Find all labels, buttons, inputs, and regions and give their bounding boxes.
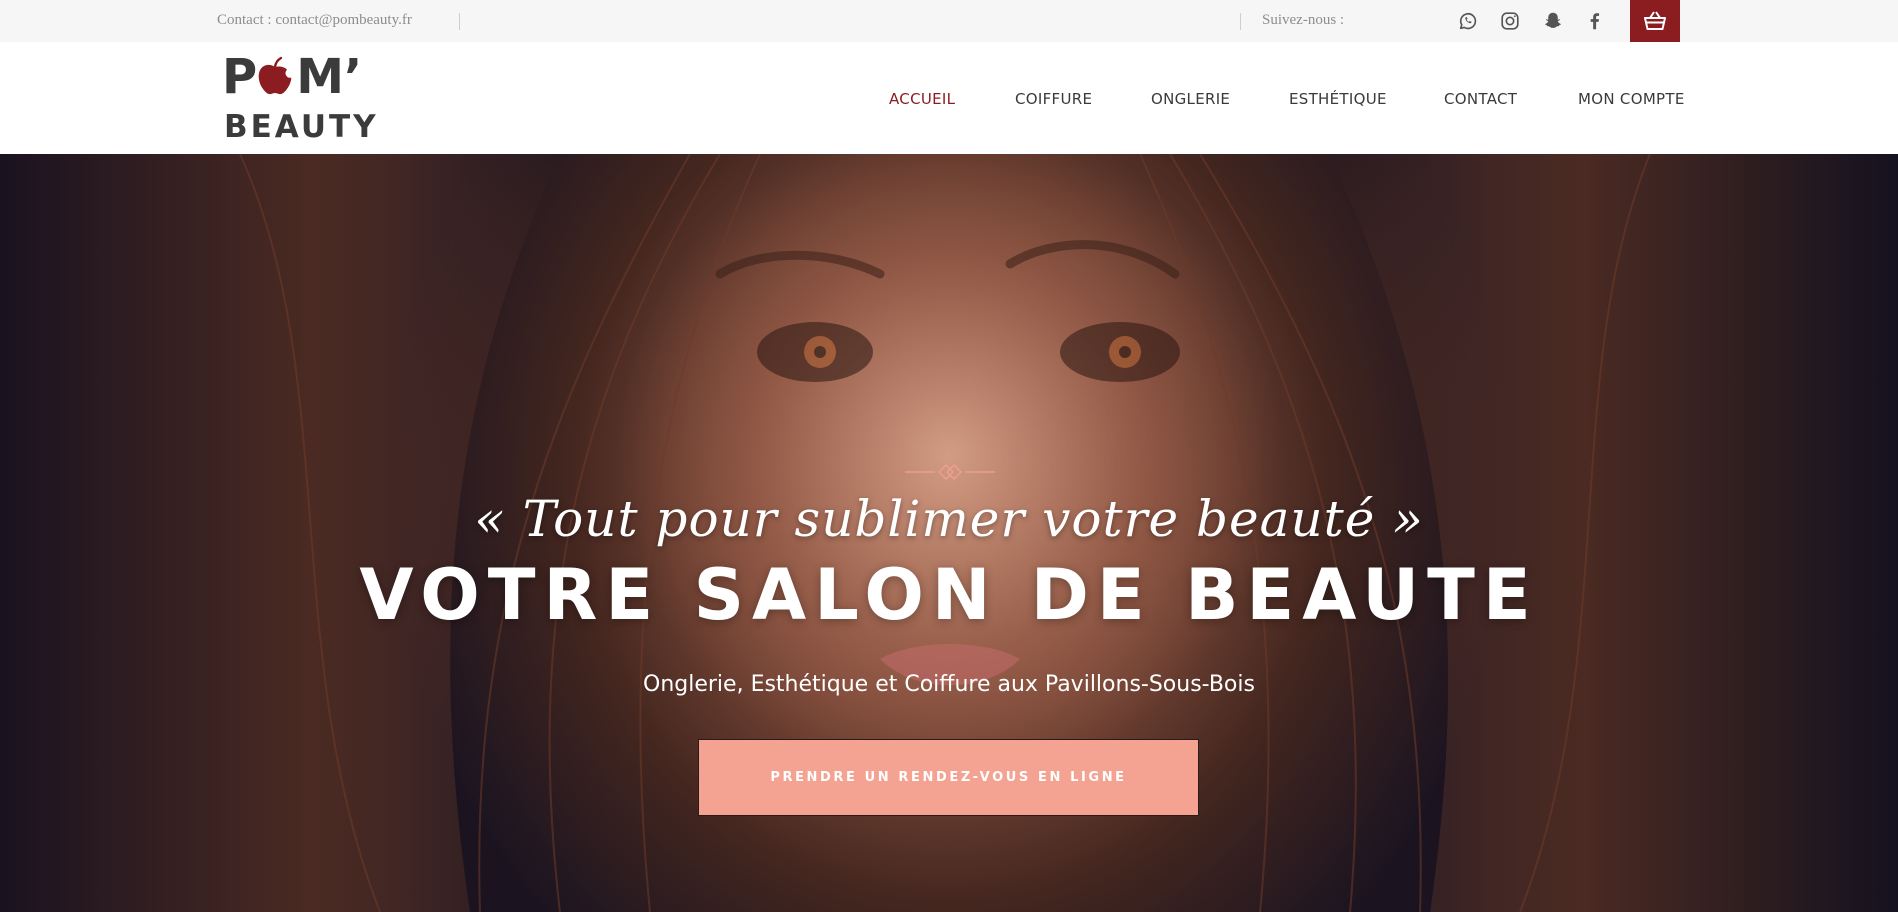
- logo-subtext: BEAUTY: [224, 109, 379, 145]
- nav-item-coiffure[interactable]: COIFFURE: [1015, 90, 1092, 108]
- hero-tagline: « Tout pour sublimer votre beauté »: [474, 490, 1424, 548]
- top-bar: Contact : contact@pombeauty.fr Suivez-no…: [0, 0, 1898, 42]
- logo-wordmark: P M’: [222, 52, 362, 102]
- snapchat-icon[interactable]: [1542, 10, 1564, 32]
- ornament-icon: [905, 464, 995, 480]
- nav-item-onglerie[interactable]: ONGLERIE: [1151, 90, 1230, 108]
- hero-banner: « Tout pour sublimer votre beauté » VOTR…: [0, 154, 1898, 912]
- logo[interactable]: P M’ BEAUTY: [222, 52, 376, 144]
- book-appointment-label: PRENDRE UN RENDEZ-VOUS EN LIGNE: [770, 770, 1127, 785]
- divider: [459, 13, 460, 30]
- basket-icon[interactable]: [1630, 0, 1680, 42]
- nav-item-esthetique[interactable]: ESTHÉTIQUE: [1289, 90, 1387, 108]
- hero-subtitle: Onglerie, Esthétique et Coiffure aux Pav…: [643, 672, 1255, 697]
- contact-email[interactable]: Contact : contact@pombeauty.fr: [217, 12, 412, 29]
- apple-icon: [255, 55, 295, 99]
- follow-us-label: Suivez-nous :: [1262, 12, 1345, 28]
- logo-letters-m: M’: [296, 49, 363, 105]
- nav-item-mon-compte[interactable]: MON COMPTE: [1578, 90, 1685, 108]
- site-header: P M’ BEAUTY ACCUEIL COIFFURE ONGLERIE ES…: [0, 42, 1898, 154]
- divider: [1240, 13, 1241, 30]
- nav-item-accueil[interactable]: ACCUEIL: [889, 90, 955, 108]
- whatsapp-icon[interactable]: [1457, 10, 1479, 32]
- nav-item-contact[interactable]: CONTACT: [1444, 90, 1517, 108]
- book-appointment-button[interactable]: PRENDRE UN RENDEZ-VOUS EN LIGNE: [698, 739, 1199, 816]
- logo-letter-p: P: [222, 49, 258, 105]
- hero-title: VOTRE SALON DE BEAUTE: [359, 554, 1539, 636]
- facebook-icon[interactable]: [1584, 10, 1606, 32]
- instagram-icon[interactable]: [1499, 10, 1521, 32]
